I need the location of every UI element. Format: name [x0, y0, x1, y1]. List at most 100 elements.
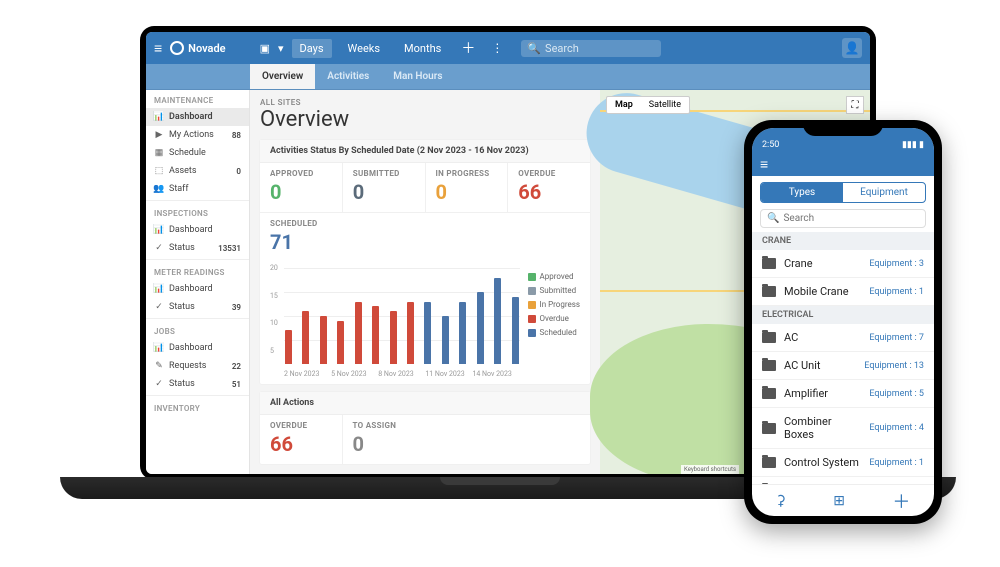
section-electrical: ELECTRICAL	[752, 306, 934, 324]
legend-overdue: Overdue	[528, 314, 580, 323]
kpi-scheduled: SCHEDULED71	[260, 213, 343, 262]
sidebar: MAINTENANCE 📊Dashboard ▶My Actions88 ▦Sc…	[146, 90, 250, 474]
view-weeks[interactable]: Weeks	[340, 39, 389, 58]
phone-notch	[803, 120, 883, 136]
search-wrap[interactable]: 🔍	[521, 40, 661, 57]
phone-topbar: ≡	[752, 152, 934, 176]
sidebar-item-jobs-dashboard[interactable]: 📊Dashboard	[146, 339, 249, 357]
swatch-submitted-icon	[528, 287, 536, 295]
kpi-overdue: OVERDUE66	[508, 163, 590, 212]
sidebar-item-insp-dashboard[interactable]: 📊Dashboard	[146, 221, 249, 239]
section-inventory: INVENTORY	[146, 398, 249, 416]
swatch-overdue-icon	[528, 315, 536, 323]
phone-hamburger-icon[interactable]: ≡	[760, 156, 768, 173]
chart-icon: 📊	[154, 225, 164, 235]
card-all-actions: All Actions OVERDUE66 TO ASSIGN0	[260, 392, 590, 464]
list-item[interactable]: Mobile CraneEquipment : 1	[752, 278, 934, 306]
folder-icon	[762, 388, 776, 399]
search-input[interactable]	[545, 42, 655, 55]
status-icon: ✓	[154, 379, 164, 389]
map-fullscreen-icon[interactable]: ⛶	[846, 96, 864, 114]
content-left: ALL SITES Overview Activities Status By …	[250, 90, 600, 474]
play-icon: ▶	[154, 130, 164, 140]
box-icon: ⬚	[154, 166, 164, 176]
sidebar-item-schedule[interactable]: ▦Schedule	[146, 144, 249, 162]
section-jobs: JOBS	[146, 321, 249, 339]
phone-time: 2:50	[762, 140, 779, 150]
sidebar-item-jobs-requests[interactable]: ✎Requests22	[146, 357, 249, 375]
seg-types[interactable]: Types	[761, 183, 843, 202]
tab-activities[interactable]: Activities	[315, 64, 381, 89]
add-icon[interactable]: ＋	[457, 38, 479, 58]
chart-icon: 📊	[154, 343, 164, 353]
hamburger-icon[interactable]: ≡	[154, 40, 162, 57]
sidebar-item-staff[interactable]: 👥Staff	[146, 180, 249, 198]
folder-icon	[762, 286, 776, 297]
add-icon[interactable]: ＋	[892, 488, 910, 514]
user-avatar-icon[interactable]: 👤	[842, 38, 862, 58]
tab-overview[interactable]: Overview	[250, 64, 315, 89]
seg-equipment[interactable]: Equipment	[843, 183, 925, 202]
swatch-approved-icon	[528, 273, 536, 281]
sidebar-item-meter-status[interactable]: ✓Status39	[146, 298, 249, 316]
tab-man-hours[interactable]: Man Hours	[381, 64, 454, 89]
laptop-hinge	[440, 477, 560, 485]
map-view-map[interactable]: Map	[607, 97, 641, 113]
chart-legend: Approved Submitted In Progress Overdue S…	[528, 268, 580, 378]
topbar: ≡ Novade ▣ ▾ Days Weeks Months ＋ ⋮ 🔍 👤	[146, 32, 870, 64]
list-item[interactable]: Control SystemEquipment : 1	[752, 449, 934, 477]
calendar-icon: ▦	[154, 148, 164, 158]
list-item[interactable]: CraneEquipment : 3	[752, 250, 934, 278]
swatch-scheduled-icon	[528, 329, 536, 337]
map-view-satellite[interactable]: Satellite	[641, 97, 689, 113]
search-icon: 🔍	[527, 42, 541, 55]
sidebar-item-jobs-status[interactable]: ✓Status51	[146, 375, 249, 393]
section-inspections: INSPECTIONS	[146, 203, 249, 221]
list-item[interactable]: ACEquipment : 7	[752, 324, 934, 352]
segmented-control: Types Equipment	[760, 182, 926, 203]
list-item[interactable]: Combiner BoxesEquipment : 4	[752, 408, 934, 449]
layers-icon[interactable]: ▣	[260, 42, 270, 55]
brand-name: Novade	[188, 42, 225, 55]
chart-icon: 📊	[154, 112, 164, 122]
filter-icon[interactable]: ▾	[278, 42, 284, 55]
mobile-app: 2:50 ▮▮▮ ▮ ≡ Types Equipment 🔍 CRANE Cra…	[752, 128, 934, 516]
all-sites-label: ALL SITES	[260, 98, 590, 107]
map-view-toggle: Map Satellite	[606, 96, 690, 114]
folder-icon	[762, 258, 776, 269]
status-icon: ✓	[154, 243, 164, 253]
card-all-actions-title: All Actions	[260, 392, 590, 415]
swatch-in-progress-icon	[528, 301, 536, 309]
sidebar-item-meter-dashboard[interactable]: 📊Dashboard	[146, 280, 249, 298]
view-months[interactable]: Months	[396, 39, 449, 58]
kpi-in-progress: IN PROGRESS0	[426, 163, 509, 212]
brand-logo-icon	[170, 41, 184, 55]
folder-icon	[762, 360, 776, 371]
legend-submitted: Submitted	[528, 286, 580, 295]
qr-icon[interactable]: ⊞	[833, 493, 845, 509]
brand[interactable]: Novade	[170, 41, 225, 55]
page-title: Overview	[260, 107, 590, 132]
list-item[interactable]: ElectricalEquipment : 6	[752, 477, 934, 484]
kpi-approved: APPROVED0	[260, 163, 343, 212]
view-days[interactable]: Days	[292, 39, 332, 58]
legend-scheduled: Scheduled	[528, 328, 580, 337]
sidebar-item-my-actions[interactable]: ▶My Actions88	[146, 126, 249, 144]
legend-in-progress: In Progress	[528, 300, 580, 309]
sidebar-item-assets[interactable]: ⬚Assets0	[146, 162, 249, 180]
list-item[interactable]: AmplifierEquipment : 5	[752, 380, 934, 408]
card-activities-status: Activities Status By Scheduled Date (2 N…	[260, 140, 590, 384]
filter-icon[interactable]: ⚳	[776, 493, 786, 509]
phone-search[interactable]: 🔍	[760, 209, 926, 228]
list-item[interactable]: AC UnitEquipment : 13	[752, 352, 934, 380]
folder-icon	[762, 332, 776, 343]
map-keyboard-shortcuts[interactable]: Keyboard shortcuts	[681, 465, 739, 474]
more-icon[interactable]: ⋮	[487, 41, 507, 55]
sidebar-item-dashboard[interactable]: 📊Dashboard	[146, 108, 249, 126]
phone-list[interactable]: CRANE CraneEquipment : 3 Mobile CraneEqu…	[752, 232, 934, 484]
phone-search-input[interactable]	[783, 213, 919, 224]
requests-icon: ✎	[154, 361, 164, 371]
section-maintenance: MAINTENANCE	[146, 90, 249, 108]
people-icon: 👥	[154, 184, 164, 194]
sidebar-item-insp-status[interactable]: ✓Status13531	[146, 239, 249, 257]
